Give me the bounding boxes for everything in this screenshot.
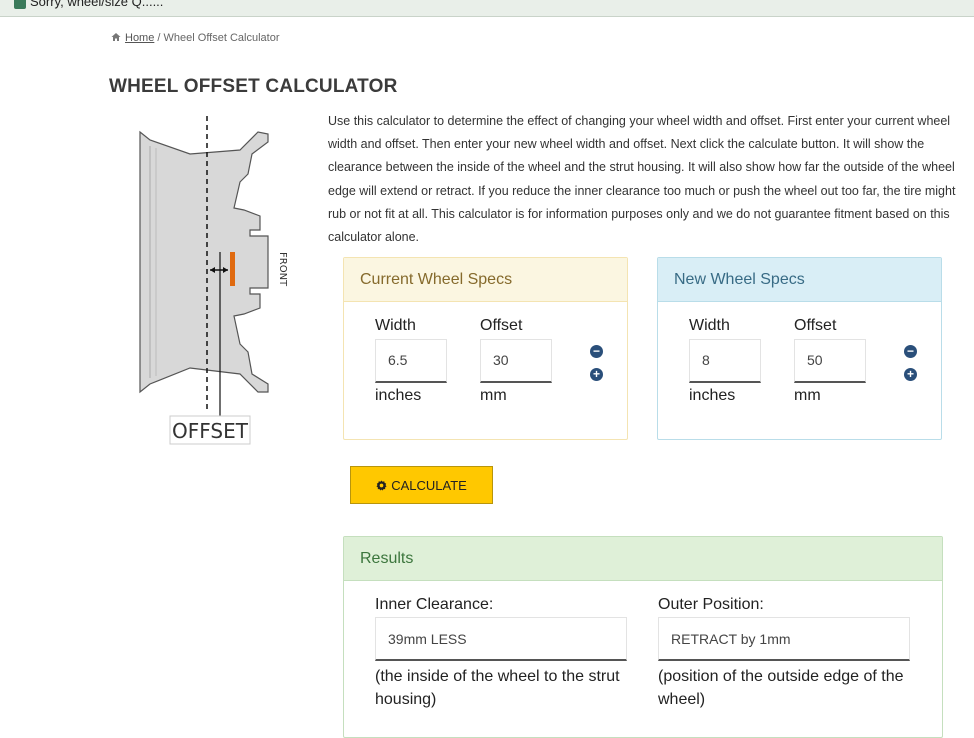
current-offset-input[interactable]: 30 — [480, 339, 552, 383]
new-offset-increment-button[interactable]: + — [904, 368, 917, 381]
inner-clearance-field: Inner Clearance: 39mm LESS (the inside o… — [375, 596, 635, 711]
calculate-button[interactable]: CALCULATE — [350, 466, 493, 504]
gear-icon — [376, 480, 387, 491]
browser-tab-bar: Sorry, wheel/size Q...... — [0, 0, 974, 17]
current-width-input[interactable]: 6.5 — [375, 339, 447, 383]
current-width-field: Width 6.5 inches — [375, 317, 447, 405]
new-offset-field: Offset 50 mm — [794, 317, 866, 405]
new-offset-stepper: − + — [904, 345, 918, 391]
mounting-surface-mark — [230, 252, 235, 286]
current-wheel-specs-panel: Current Wheel Specs Width 6.5 inches Off… — [343, 257, 628, 440]
new-wheel-specs-panel: New Wheel Specs Width 8 inches Offset 50… — [657, 257, 942, 440]
inner-clearance-label: Inner Clearance: — [375, 596, 494, 613]
breadcrumb: Home / Wheel Offset Calculator — [111, 32, 280, 44]
new-offset-decrement-button[interactable]: − — [904, 345, 917, 358]
breadcrumb-current: Wheel Offset Calculator — [163, 32, 280, 44]
current-offset-field: Offset 30 mm — [480, 317, 552, 405]
offset-label: OFFSET — [172, 419, 249, 443]
inner-clearance-note: (the inside of the wheel to the strut ho… — [375, 668, 620, 708]
new-offset-label: Offset — [794, 317, 837, 334]
page-title: WHEEL OFFSET CALCULATOR — [109, 76, 398, 97]
outer-position-label: Outer Position: — [658, 596, 764, 613]
calculate-button-label: CALCULATE — [391, 478, 467, 493]
current-width-unit: inches — [375, 387, 422, 404]
new-width-unit: inches — [689, 387, 736, 404]
new-offset-unit: mm — [794, 387, 821, 404]
home-icon — [111, 33, 121, 41]
results-panel: Results Inner Clearance: 39mm LESS (the … — [343, 536, 943, 738]
current-offset-label: Offset — [480, 317, 523, 334]
current-width-label: Width — [375, 317, 416, 334]
new-width-field: Width 8 inches — [689, 317, 761, 405]
outer-position-note: (position of the outside edge of the whe… — [658, 668, 904, 708]
current-offset-unit: mm — [480, 387, 507, 404]
current-offset-stepper: − + — [590, 345, 604, 391]
intro-text: Use this calculator to determine the eff… — [328, 114, 956, 245]
outer-position-output: RETRACT by 1mm — [658, 617, 910, 661]
current-offset-increment-button[interactable]: + — [590, 368, 603, 381]
inner-clearance-output: 39mm LESS — [375, 617, 627, 661]
new-width-label: Width — [689, 317, 730, 334]
new-specs-title: New Wheel Specs — [658, 258, 941, 302]
new-offset-input[interactable]: 50 — [794, 339, 866, 383]
wheel-offset-diagram: OFFSET FRONT — [139, 116, 288, 445]
browser-tab-title: Sorry, wheel/size Q...... — [30, 0, 164, 9]
front-label: FRONT — [277, 252, 288, 287]
favicon-icon — [14, 0, 26, 9]
results-title: Results — [344, 537, 942, 581]
outer-position-field: Outer Position: RETRACT by 1mm (position… — [658, 596, 918, 711]
breadcrumb-home-link[interactable]: Home — [125, 32, 154, 44]
breadcrumb-separator: / — [157, 32, 161, 44]
browser-tab[interactable]: Sorry, wheel/size Q...... — [6, 0, 163, 9]
current-offset-decrement-button[interactable]: − — [590, 345, 603, 358]
current-specs-title: Current Wheel Specs — [344, 258, 627, 302]
new-width-input[interactable]: 8 — [689, 339, 761, 383]
